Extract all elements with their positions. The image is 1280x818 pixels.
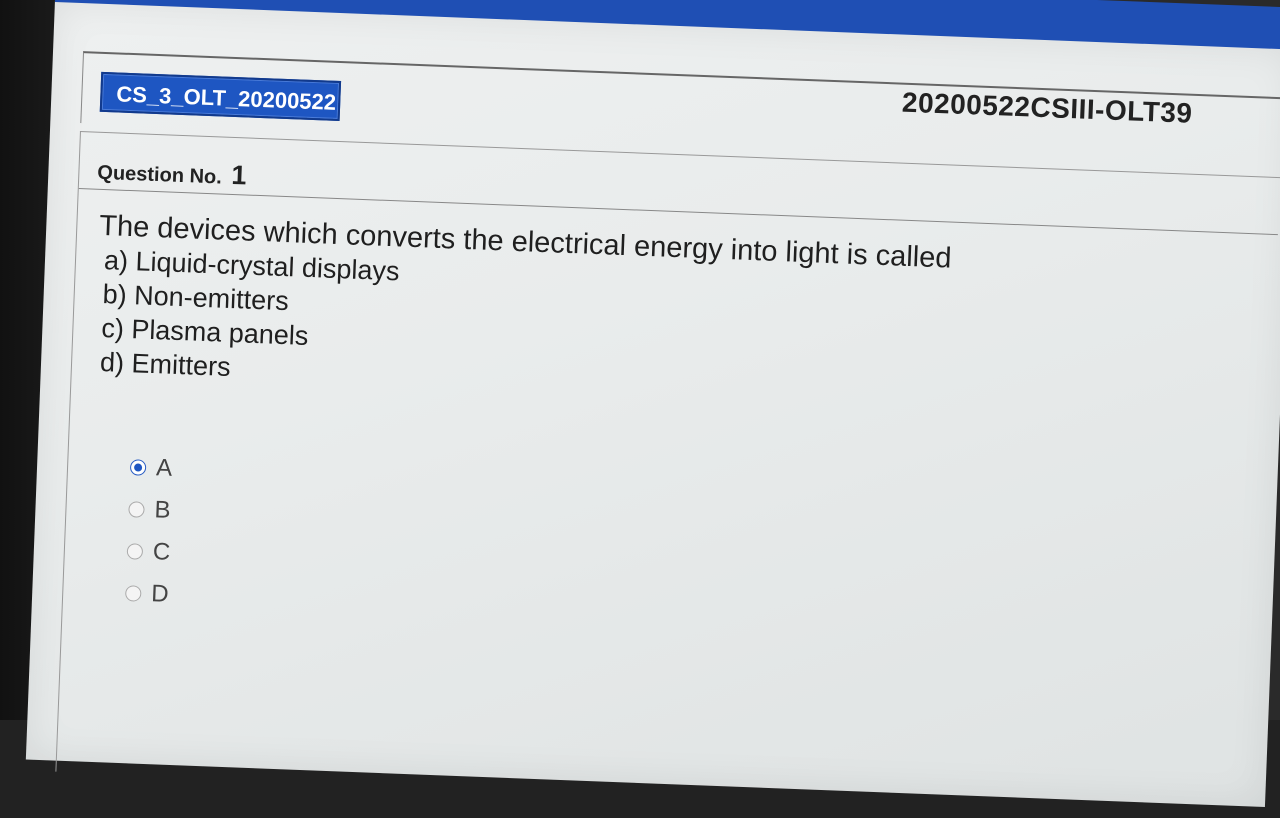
radio-a[interactable] <box>129 459 147 476</box>
exam-id: 20200522CSIII-OLT39 <box>901 86 1194 129</box>
radio-d[interactable] <box>124 585 142 602</box>
answer-choice-b[interactable]: B <box>128 488 173 532</box>
question-body: The devices which converts the electrica… <box>93 209 952 412</box>
choice-a-label: A <box>155 454 173 482</box>
radio-c[interactable] <box>126 543 144 560</box>
radio-b[interactable] <box>128 501 145 518</box>
choice-c-label: C <box>152 538 171 566</box>
exam-tab[interactable]: CS_3_OLT_20200522 <box>99 71 342 122</box>
question-panel: Question No. 1 The devices which convert… <box>55 131 1280 818</box>
choice-d-label: D <box>150 580 170 608</box>
answer-radio-group: A B C D <box>124 446 174 616</box>
answer-choice-a[interactable]: A <box>129 446 174 490</box>
answer-choice-c[interactable]: C <box>126 530 171 574</box>
answer-choice-d[interactable]: D <box>124 572 169 616</box>
question-number-label: Question No. 1 <box>97 155 247 192</box>
question-label-text: Question No. <box>96 161 223 189</box>
exam-screen: 20200522CSIII-OLT39 CS_3_OLT_20200522 Qu… <box>25 0 1280 818</box>
choice-b-label: B <box>153 496 172 524</box>
question-number: 1 <box>230 159 248 191</box>
top-blue-strip <box>54 0 1280 50</box>
